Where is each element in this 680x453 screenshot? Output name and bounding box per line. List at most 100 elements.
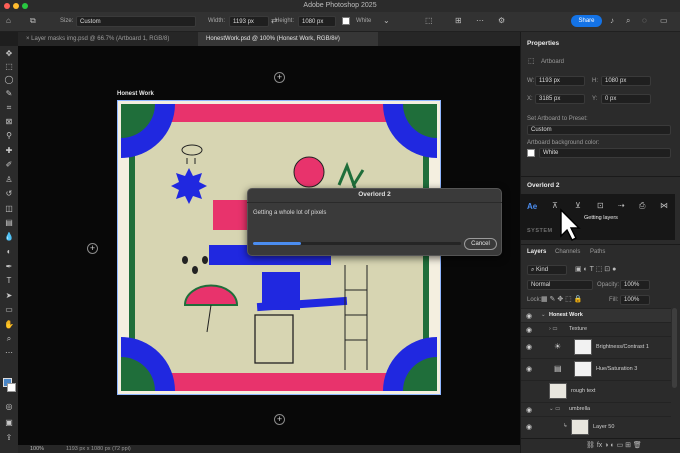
layer-mask-thumbnail[interactable] [574, 361, 592, 377]
opacity-label: Opacity: [597, 282, 620, 288]
frame-tool-icon[interactable]: ⊠ [4, 117, 14, 127]
lock-icons[interactable]: ▦ ✎ ✥ ⬚ 🔒 [541, 296, 582, 304]
quick-select-tool-icon[interactable]: ✎ [4, 89, 14, 99]
preset-select[interactable]: Custom [527, 125, 671, 135]
filter-pixel-icon[interactable]: ▣ ◐ T ⬚ ⊡ ● [575, 266, 616, 274]
share-button[interactable]: Share [571, 15, 602, 27]
layer-row[interactable]: ◉ ↳ Layer 50 [521, 416, 671, 436]
tab-honest-work[interactable]: HonestWork.psd @ 100% (Honest Work, RGB/… [198, 32, 378, 46]
visibility-eye-icon[interactable]: ◉ [526, 406, 532, 414]
notifications-bell-icon[interactable]: ♪ [610, 17, 614, 25]
app-title: Adobe Photoshop 2025 [303, 2, 377, 9]
tab-channels[interactable]: Channels [555, 249, 580, 255]
artboard-tool-icon[interactable]: ⧉ [30, 17, 36, 25]
workspace-icon[interactable]: ▭ [660, 17, 668, 25]
search-icon[interactable]: ⌕ [626, 17, 630, 25]
artboard-width-field[interactable]: 1193 px [535, 76, 585, 86]
bg-color-select[interactable]: White [539, 148, 671, 158]
layer-row[interactable]: ◉ ⌄ Honest Work [521, 308, 671, 322]
layers-scrollbar[interactable] [672, 308, 677, 388]
overlord-ae-icon[interactable]: Ae [527, 202, 537, 211]
overlord-push-icon[interactable]: ⊼ [552, 202, 558, 210]
layer-row[interactable]: ◉ ⌄ ▭ umbrella [521, 402, 671, 416]
add-artboard-left-icon[interactable]: + [87, 243, 98, 254]
visibility-eye-icon[interactable]: ◉ [526, 312, 532, 320]
history-brush-tool-icon[interactable]: ↺ [4, 189, 14, 199]
blend-mode-select[interactable]: Normal [527, 280, 593, 290]
overlord-export-icon[interactable]: ⇢ [618, 202, 625, 210]
zoom-level[interactable]: 100% [30, 446, 44, 452]
quick-mask-icon[interactable]: ◎ [4, 402, 14, 412]
rectangle-tool-icon[interactable]: ▭ [4, 305, 14, 315]
visibility-eye-icon[interactable]: ◉ [526, 343, 532, 351]
type-tool-icon[interactable]: T [4, 276, 14, 286]
filter-kind-select[interactable]: ⌕ Kind [527, 265, 567, 275]
overlord-close-icon[interactable]: ⋈ [660, 202, 668, 210]
layer-name: umbrella [569, 406, 591, 412]
brush-tool-icon[interactable]: ✐ [4, 160, 14, 170]
dropdown-chevron-icon[interactable]: ⌄ [383, 17, 390, 25]
bg-color-swatch[interactable] [527, 149, 535, 157]
size-select[interactable]: Custom [76, 16, 196, 27]
height-label: Height: [275, 18, 295, 24]
tab-paths[interactable]: Paths [590, 249, 605, 255]
clone-stamp-tool-icon[interactable]: ♙ [4, 175, 14, 185]
eraser-tool-icon[interactable]: ◫ [4, 204, 14, 214]
color-swatch[interactable] [342, 17, 350, 25]
screen-mode-icon[interactable]: ▣ [4, 418, 14, 428]
pen-tool-icon[interactable]: ✒ [4, 262, 14, 272]
fill-field[interactable]: 100% [620, 295, 650, 305]
move-tool-icon[interactable]: ✥ [4, 49, 14, 59]
healing-brush-tool-icon[interactable]: ✚ [4, 146, 14, 156]
add-artboard-bottom-icon[interactable]: + [274, 414, 285, 425]
discover-icon[interactable]: ◌ [642, 17, 647, 25]
visibility-eye-icon[interactable]: ◉ [526, 423, 532, 431]
tab-layer-masks[interactable]: × Layer masks img.psd @ 66.7% (Artboard … [18, 32, 198, 46]
layer-thumbnail[interactable] [571, 419, 589, 435]
cancel-button[interactable]: Cancel [464, 238, 497, 250]
eyedropper-tool-icon[interactable]: ⚲ [4, 131, 14, 141]
marquee-tool-icon[interactable]: ⬚ [4, 62, 14, 72]
tab-layers[interactable]: Layers [527, 249, 546, 255]
blur-tool-icon[interactable]: 💧 [4, 232, 14, 242]
artboard-y-field[interactable]: 0 px [601, 94, 651, 104]
add-artboard-top-icon[interactable]: + [274, 72, 285, 83]
width-field[interactable]: 1193 px [229, 16, 269, 27]
artboard-x-field[interactable]: 3185 px [535, 94, 585, 104]
background-color-swatch[interactable] [7, 383, 16, 392]
settings-gear-icon[interactable]: ⚙ [498, 17, 505, 25]
document-info[interactable]: 1193 px x 1080 px (72 ppi) [66, 446, 131, 452]
layer-row[interactable]: rough text [521, 380, 671, 400]
overlord-transfer-icon[interactable]: ⊡ [597, 202, 604, 210]
overlord-tooltip: Getting layers [584, 215, 618, 221]
more-tools-icon[interactable]: ⋯ [4, 348, 14, 358]
lasso-tool-icon[interactable]: ◯ [4, 75, 14, 85]
dodge-tool-icon[interactable]: ◐ [4, 247, 14, 257]
make-artboard-icon[interactable]: ⬚ [425, 17, 433, 25]
expand-chevron-icon[interactable]: ⌄ [541, 312, 546, 318]
visibility-eye-icon[interactable]: ◉ [526, 326, 532, 334]
path-selection-tool-icon[interactable]: ➤ [4, 291, 14, 301]
share-for-review-icon[interactable]: ⇪ [4, 433, 14, 443]
layer-row[interactable]: ◉ ☀ Brightness/Contrast 1 [521, 336, 671, 356]
layer-actions-icons[interactable]: ⛓ fx ◑ ◐ ▭ ⊞ 🗑 [586, 442, 642, 450]
zoom-tool-icon[interactable]: ⌕ [4, 334, 14, 344]
opacity-field[interactable]: 100% [620, 280, 650, 290]
y-label: Y: [592, 96, 598, 102]
visibility-eye-icon[interactable]: ◉ [526, 365, 532, 373]
artboard-label[interactable]: Honest Work [117, 91, 154, 97]
home-icon[interactable]: ⌂ [6, 17, 11, 25]
gradient-tool-icon[interactable]: ▤ [4, 218, 14, 228]
more-options-icon[interactable]: ⋯ [476, 17, 484, 25]
artboard-height-field[interactable]: 1080 px [601, 76, 651, 86]
layer-row[interactable]: ◉ ▤ Hue/Saturation 3 [521, 358, 671, 378]
overlord-pdf-icon[interactable]: ⎙ [639, 202, 645, 210]
layer-name: Texture [569, 326, 588, 332]
layer-thumbnail[interactable] [549, 383, 567, 399]
hand-tool-icon[interactable]: ✋ [4, 320, 14, 330]
height-field[interactable]: 1080 px [298, 16, 336, 27]
layer-row[interactable]: ◉ › ▭ Texture [521, 322, 671, 336]
layer-mask-thumbnail[interactable] [574, 339, 592, 355]
add-artboard-icon[interactable]: ⊞ [455, 17, 462, 25]
crop-tool-icon[interactable]: ⌗ [4, 103, 14, 113]
